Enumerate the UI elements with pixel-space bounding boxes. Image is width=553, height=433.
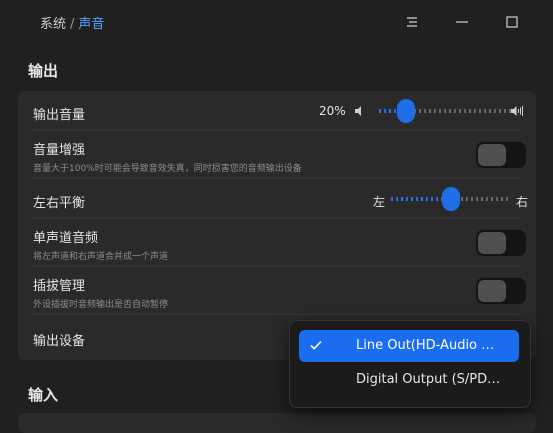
volume-boost-toggle[interactable] bbox=[476, 142, 526, 168]
balance-slider-thumb[interactable] bbox=[442, 187, 460, 211]
volume-high-icon[interactable] bbox=[510, 104, 524, 118]
balance-slider[interactable] bbox=[391, 187, 511, 211]
checkmark-icon bbox=[310, 340, 322, 350]
volume-boost-description: 音量大于100%时可能会导致音效失真，同时损害您的音频输出设备 bbox=[33, 164, 302, 174]
toggle-knob bbox=[478, 144, 506, 166]
mono-audio-row: 单声道音频 将左声道和右声道合并成一个声道 bbox=[18, 219, 536, 267]
balance-row: 左右平衡 左 右 bbox=[18, 179, 536, 219]
breadcrumb-root[interactable]: 系统 bbox=[40, 17, 66, 32]
breadcrumb: 系统 / 声音 bbox=[40, 13, 104, 32]
balance-label: 左右平衡 bbox=[33, 196, 86, 211]
maximize-button[interactable] bbox=[500, 10, 524, 34]
input-section-title: 输入 bbox=[28, 386, 59, 404]
mono-audio-description: 将左声道和右声道合并成一个声道 bbox=[33, 252, 169, 262]
input-card bbox=[18, 413, 536, 433]
plug-management-label: 插拔管理 bbox=[33, 279, 86, 294]
minimize-icon bbox=[456, 21, 468, 23]
volume-boost-label: 音量增强 bbox=[33, 143, 86, 158]
title-bar: 系统 / 声音 bbox=[0, 0, 553, 44]
volume-slider-thumb[interactable] bbox=[397, 99, 415, 123]
volume-low-icon[interactable] bbox=[354, 105, 366, 117]
minimize-button[interactable] bbox=[450, 10, 474, 34]
plug-management-description: 外设插拔时音频输出是否自动暂停 bbox=[33, 300, 169, 310]
output-volume-value: 20% bbox=[319, 104, 346, 118]
balance-right-label: 右 bbox=[516, 195, 529, 209]
balance-left-label: 左 bbox=[373, 195, 386, 209]
device-option-digital-output[interactable]: Digital Output (S/PD… bbox=[299, 364, 519, 396]
breadcrumb-separator: / bbox=[70, 17, 75, 32]
device-option-label: Line Out(HD-Audio … bbox=[356, 338, 495, 353]
output-volume-slider[interactable] bbox=[379, 99, 512, 123]
plug-management-row: 插拔管理 外设插拔时音频输出是否自动暂停 bbox=[18, 267, 536, 315]
output-volume-row: 输出音量 20% bbox=[18, 91, 536, 131]
maximize-icon bbox=[506, 16, 518, 28]
menu-button[interactable] bbox=[400, 10, 424, 34]
output-volume-label: 输出音量 bbox=[33, 108, 86, 123]
mono-audio-toggle[interactable] bbox=[476, 230, 526, 256]
volume-boost-row: 音量增强 音量大于100%时可能会导致音效失真，同时损害您的音频输出设备 bbox=[18, 131, 536, 179]
device-option-line-out[interactable]: Line Out(HD-Audio … bbox=[299, 330, 519, 362]
output-section-title: 输出 bbox=[28, 62, 59, 80]
output-device-menu: Line Out(HD-Audio … Digital Output (S/PD… bbox=[289, 320, 531, 408]
mono-audio-label: 单声道音频 bbox=[33, 231, 99, 246]
output-device-label: 输出设备 bbox=[33, 334, 86, 349]
plug-management-toggle[interactable] bbox=[476, 278, 526, 304]
menu-icon bbox=[407, 17, 417, 27]
device-option-label: Digital Output (S/PD… bbox=[356, 372, 501, 387]
toggle-knob bbox=[478, 232, 506, 254]
toggle-knob bbox=[478, 280, 506, 302]
breadcrumb-current: 声音 bbox=[78, 17, 105, 32]
